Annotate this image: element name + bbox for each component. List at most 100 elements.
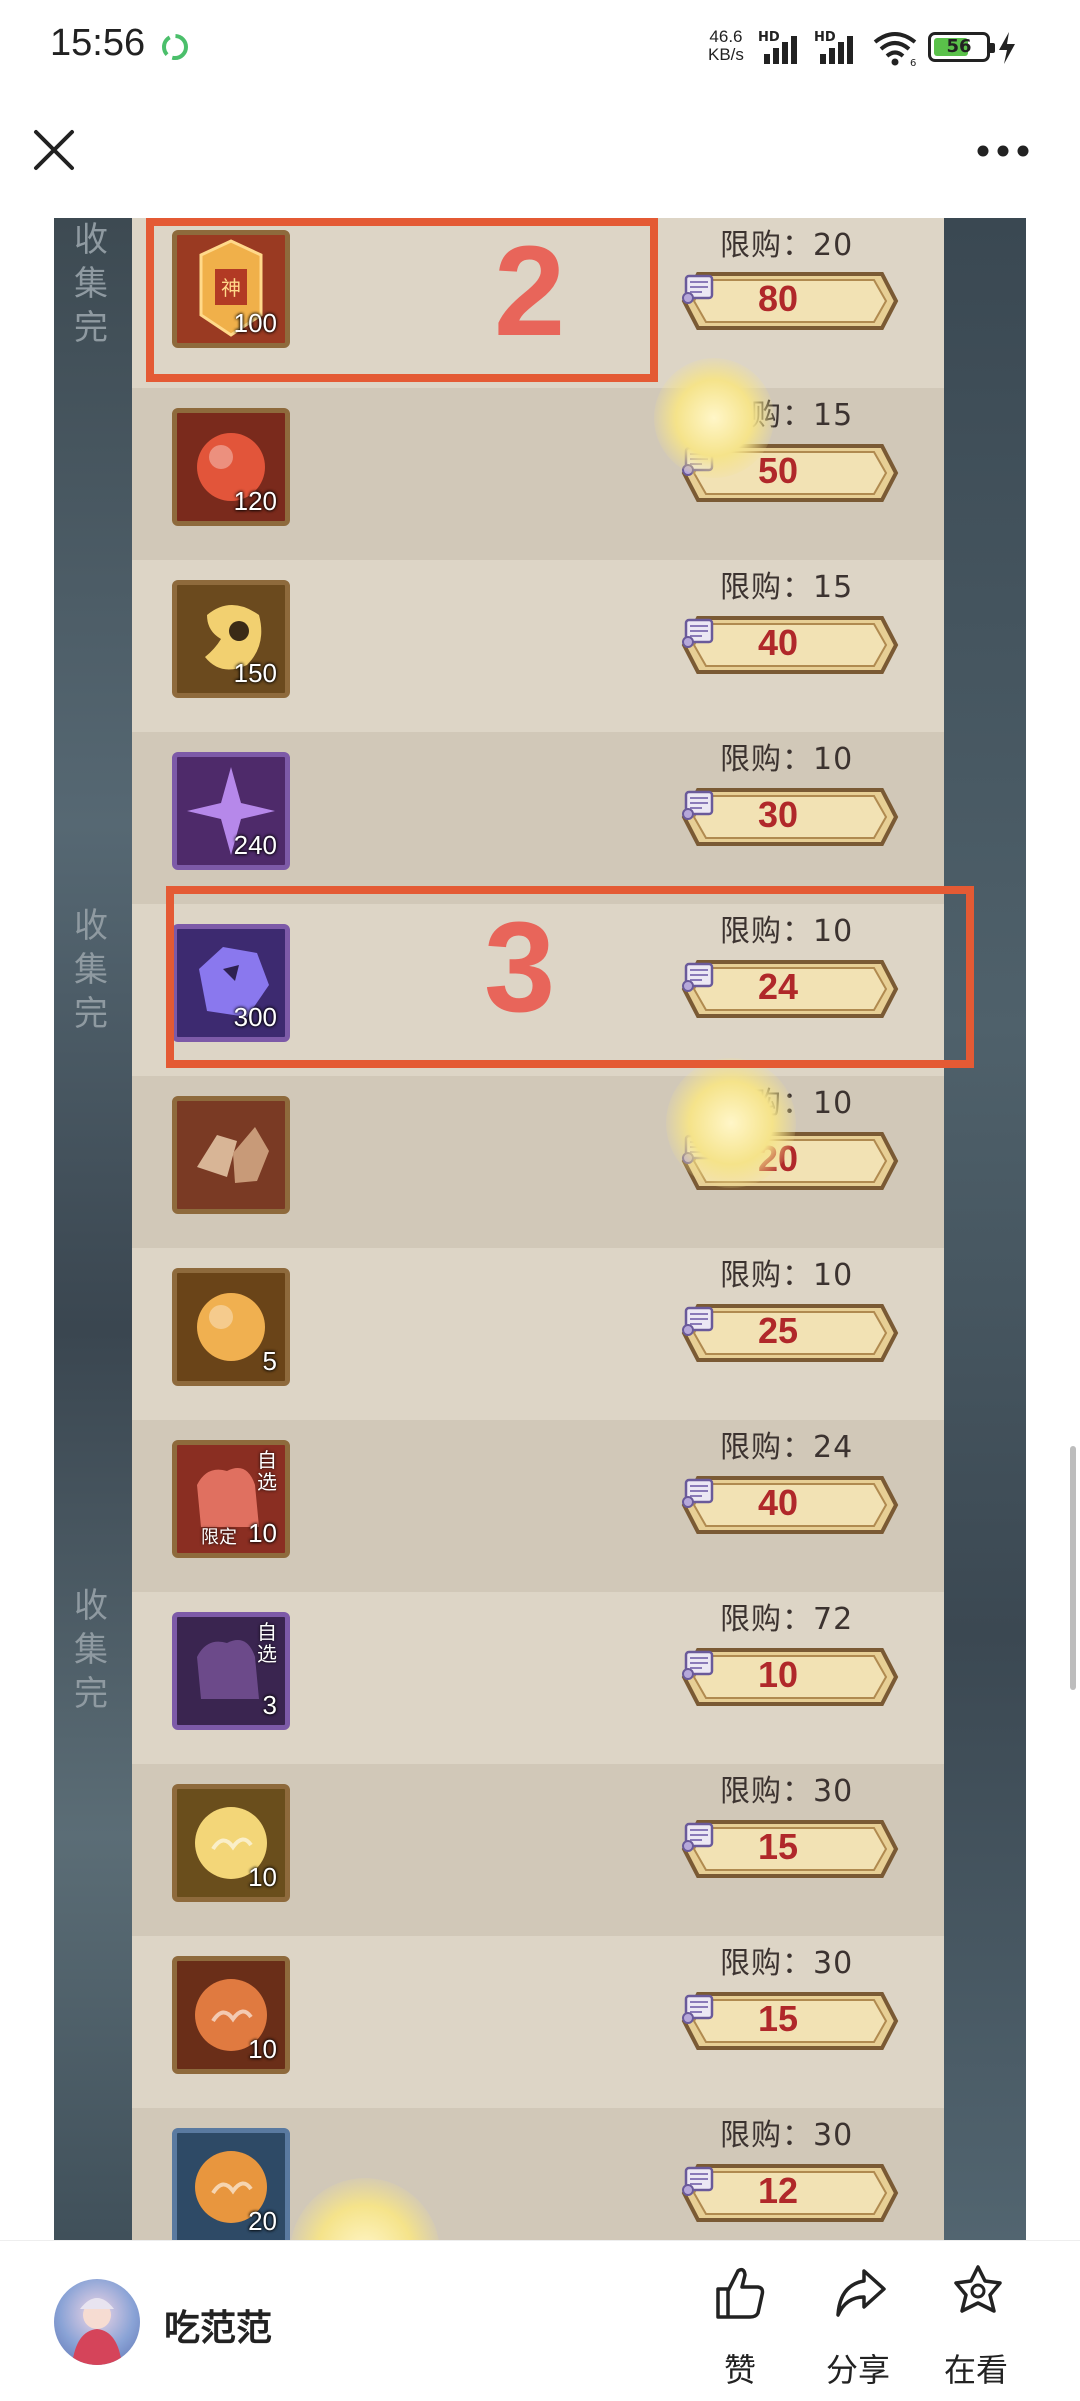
buy-price-button[interactable]: 10: [680, 1646, 900, 1708]
collect-char: 收: [74, 1586, 108, 1626]
ore-chunks-icon[interactable]: [172, 1096, 290, 1214]
article-image: 收 集 完 收 集 完 收 集 完 神 100 限购：20 80 120 限购：15 50 1…: [54, 218, 1026, 2240]
price-value: 50: [758, 450, 799, 491]
item-count: 120: [233, 486, 277, 516]
purchase-limit: 限购：10: [720, 742, 854, 777]
collect-char: 完: [74, 308, 108, 348]
shop-list: 神 100 限购：20 80 120 限购：15 50 150 限购：15 40 240 限购：10 3…: [132, 218, 944, 2240]
buy-price-button[interactable]: 15: [680, 1990, 900, 2052]
price-value: 10: [758, 1654, 799, 1695]
purchase-limit: 限购：20: [720, 228, 854, 263]
collect-char: 完: [74, 1674, 108, 1714]
buy-price-button[interactable]: 15: [680, 1818, 900, 1880]
red-puzzle-icon[interactable]: 自选 限定 10: [172, 1440, 290, 1558]
collect-char: 收: [74, 220, 108, 260]
like-button[interactable]: 赞: [690, 2263, 790, 2393]
gold-cloud-coin-icon[interactable]: 10: [172, 1784, 290, 1902]
page-scrollbar[interactable]: [1070, 1446, 1076, 1690]
annotation-number-3: 3: [484, 896, 556, 1039]
wifi-sub: 6: [910, 58, 916, 68]
battery-icon: 56: [928, 32, 995, 62]
wifi-icon: 6: [873, 32, 916, 68]
status-bar: 15:56 46.6 KB/s HD HD 6 56: [0, 0, 1080, 96]
price-value: 25: [758, 1310, 799, 1351]
close-icon[interactable]: [30, 126, 78, 174]
share-button[interactable]: 分享: [808, 2263, 908, 2393]
collect-char: 集: [74, 950, 108, 990]
buy-price-button[interactable]: 80: [680, 270, 900, 332]
dragon-coin-icon[interactable]: 20: [172, 2128, 290, 2240]
buy-price-button[interactable]: 30: [680, 786, 900, 848]
more-options-icon[interactable]: [976, 144, 1030, 158]
item-count: 20: [248, 2206, 277, 2236]
purchase-limit: 限购：15: [720, 570, 854, 605]
shop-item-row: 20 限购：30 12: [132, 2108, 944, 2240]
watching-star-icon: [954, 2265, 1002, 2313]
gold-orb-icon[interactable]: 5: [172, 1268, 290, 1386]
scroll-currency-icon: [682, 1478, 714, 1508]
limited-tag: 限定: [201, 1527, 237, 1548]
hd-label-2: HD: [814, 30, 836, 45]
author-name[interactable]: 吃范范: [164, 2299, 272, 2351]
scroll-currency-icon: [682, 618, 714, 648]
purple-puzzle-icon[interactable]: 自选 3: [172, 1612, 290, 1730]
gold-crescent-icon[interactable]: 150: [172, 580, 290, 698]
item-count: 150: [233, 658, 277, 688]
collect-char: 收: [74, 906, 108, 946]
buy-price-button[interactable]: 12: [680, 2162, 900, 2224]
scroll-currency-icon: [682, 2166, 714, 2196]
shop-item-row: 自选 限定 10 限购：24 40: [132, 1420, 944, 1592]
share-label: 分享: [825, 2351, 890, 2389]
item-count: 240: [233, 830, 277, 860]
annotation-box-3: [166, 886, 974, 1068]
red-coin-icon[interactable]: 10: [172, 1956, 290, 2074]
annotation-number-2: 2: [494, 220, 566, 363]
buy-price-button[interactable]: 40: [680, 1474, 900, 1536]
scroll-currency-icon: [682, 1650, 714, 1680]
scroll-currency-icon: [682, 1994, 714, 2024]
watching-button[interactable]: 在看: [926, 2263, 1026, 2393]
status-time: 15:56: [50, 22, 146, 64]
collect-label-2: 收 集 完: [66, 904, 116, 1036]
purple-star-icon[interactable]: 240: [172, 752, 290, 870]
item-count: 10: [248, 1862, 277, 1892]
like-label: 赞: [723, 2351, 756, 2389]
price-value: 15: [758, 1998, 799, 2039]
collect-char: 集: [74, 264, 108, 304]
item-count: 3: [262, 1690, 277, 1720]
annotation-box-2: [146, 218, 658, 382]
charging-icon: [999, 32, 1015, 64]
signal-icon: HD: [758, 30, 806, 64]
collect-char: 集: [74, 1630, 108, 1670]
item-count: 10: [248, 2034, 277, 2064]
shop-item-row: 10 限购：30 15: [132, 1936, 944, 2108]
optional-tag: 自选: [257, 1448, 277, 1494]
share-arrow-icon: [836, 2269, 886, 2317]
price-value: 12: [758, 2170, 799, 2211]
scroll-currency-icon: [682, 790, 714, 820]
scroll-currency-icon: [682, 1306, 714, 1336]
hd-label: HD: [758, 30, 780, 45]
price-value: 15: [758, 1826, 799, 1867]
shop-item-row: 150 限购：15 40: [132, 560, 944, 732]
network-speed-unit: KB/s: [708, 45, 744, 64]
optional-tag: 自选: [257, 1620, 277, 1666]
background-right: [944, 218, 1026, 2240]
collect-label-3: 收 集 完: [66, 1584, 116, 1716]
author-avatar[interactable]: [54, 2279, 140, 2365]
shop-item-row: 5 限购：10 25: [132, 1248, 944, 1420]
purchase-limit: 限购：30: [720, 1774, 854, 1809]
buy-price-button[interactable]: 25: [680, 1302, 900, 1364]
collect-char: 完: [74, 994, 108, 1034]
article-topbar: [0, 96, 1080, 218]
item-count: 5: [262, 1346, 277, 1376]
sparkle-glow: [666, 1058, 796, 1188]
network-speed: 46.6 KB/s: [708, 28, 744, 64]
signal-icon-2: HD: [814, 30, 862, 64]
scroll-currency-icon: [682, 1822, 714, 1852]
shop-item-row: 240 限购：10 30: [132, 732, 944, 904]
price-value: 40: [758, 1482, 799, 1523]
battery-level: 56: [946, 36, 972, 57]
red-orb-icon[interactable]: 120: [172, 408, 290, 526]
buy-price-button[interactable]: 40: [680, 614, 900, 676]
